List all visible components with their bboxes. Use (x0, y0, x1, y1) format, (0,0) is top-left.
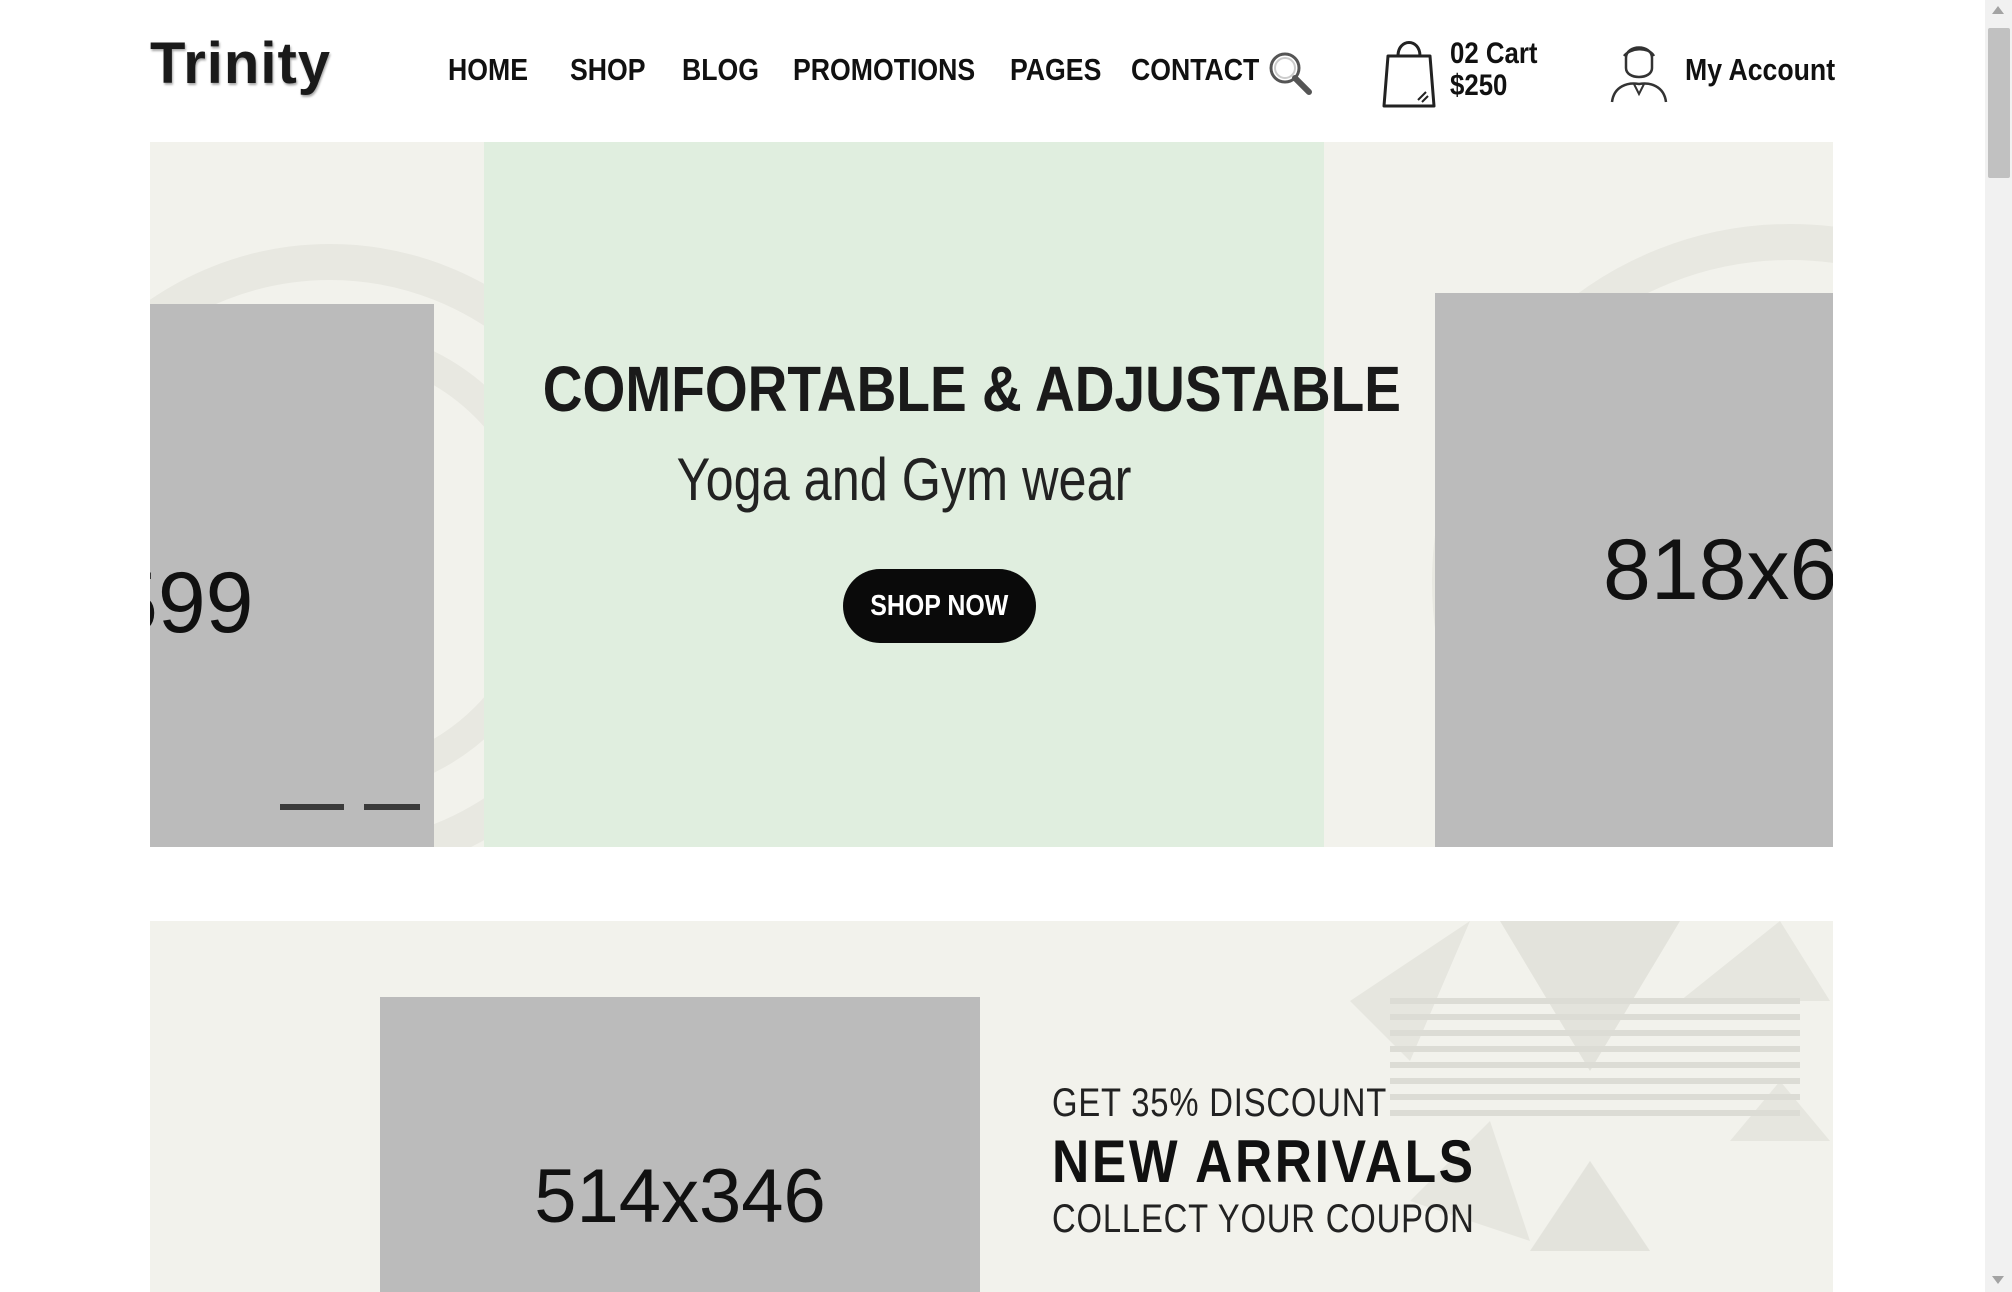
image-placeholder-label: 599 (150, 555, 254, 651)
scroll-down-arrow-icon[interactable] (1992, 1276, 2004, 1284)
site-header: Trinity HOME HOME SHOP BLOG PROMOTIONS P… (0, 0, 2012, 142)
search-icon[interactable] (1265, 48, 1315, 98)
site-logo[interactable]: Trinity (150, 30, 331, 97)
scroll-up-arrow-icon[interactable] (1992, 6, 2004, 14)
user-avatar-icon[interactable] (1608, 38, 1670, 104)
image-placeholder-label: 514x346 (534, 1154, 826, 1239)
promo-banner: 514x346 GET 35% DISCOUNT NEW ARRIVALS CO… (150, 921, 1833, 1292)
hero-slider: 599 COMFORTABLE & ADJUSTABLE Yoga and Gy… (150, 142, 1833, 847)
nav-blog[interactable]: BLOG (682, 52, 759, 88)
slider-dot-1[interactable] (280, 804, 344, 810)
vertical-scrollbar[interactable] (1985, 0, 2012, 1292)
nav-contact[interactable]: CONTACT (1131, 52, 1259, 88)
shopping-bag-icon[interactable] (1380, 32, 1438, 110)
hero-title: COMFORTABLE & ADJUSTABLE (542, 353, 1401, 425)
cart-total: $250 (1450, 69, 1508, 102)
promo-subtitle[interactable]: COLLECT YOUR COUPON (1052, 1197, 1475, 1242)
cart-count: 02 Cart (1450, 37, 1538, 70)
nav-promotions[interactable]: PROMOTIONS (793, 52, 975, 88)
nav-shop[interactable]: SHOP (570, 52, 646, 88)
promo-title: NEW ARRIVALS (1052, 1128, 1476, 1195)
shop-now-label: SHOP NOW (870, 590, 1009, 622)
slider-dot-2[interactable] (364, 804, 420, 810)
scrollbar-thumb[interactable] (1988, 28, 2010, 178)
slide-image-right[interactable]: 818x6 (1435, 293, 1833, 847)
cart-summary[interactable]: 02 Cart $250 (1450, 38, 1537, 102)
slide-active: COMFORTABLE & ADJUSTABLE Yoga and Gym we… (484, 142, 1401, 847)
my-account-link[interactable]: My Account (1685, 52, 1835, 88)
image-placeholder-label: 818x6 (1603, 522, 1833, 618)
nav-home-link[interactable]: HOME (448, 52, 528, 88)
promo-image[interactable]: 514x346 (380, 997, 980, 1292)
slide-image-left[interactable]: 599 (150, 304, 434, 847)
slider-pagination (280, 804, 420, 810)
promo-kicker: GET 35% DISCOUNT (1052, 1081, 1388, 1125)
hero-subtitle: Yoga and Gym wear (676, 446, 1132, 513)
shop-now-button[interactable]: SHOP NOW (843, 569, 1036, 643)
nav-pages[interactable]: PAGES (1010, 52, 1101, 88)
